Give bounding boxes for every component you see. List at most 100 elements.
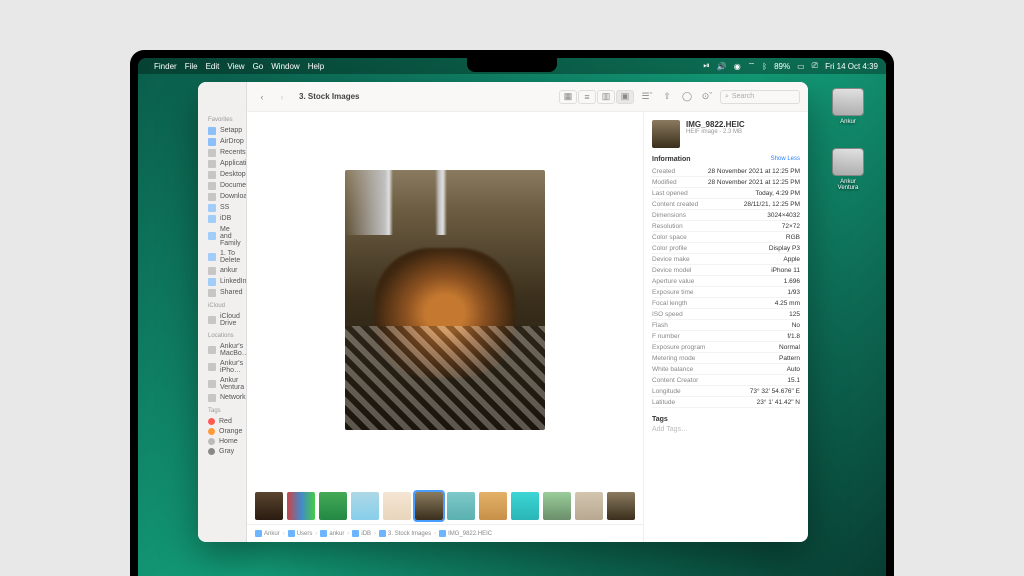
menu-go[interactable]: Go [253, 62, 264, 71]
preview-pane [247, 112, 643, 488]
search-icon: ⌕ [725, 93, 729, 101]
sidebar-item-label: Orange [219, 428, 242, 435]
group-button[interactable]: ☰ˇ [640, 90, 654, 104]
desktop-drive[interactable]: Ankur Ventura [830, 148, 866, 191]
show-less-link[interactable]: Show Less [771, 156, 800, 163]
breadcrumb[interactable]: Ankur [255, 530, 280, 537]
view-gallery-button[interactable]: ▣ [616, 90, 634, 104]
thumbnail[interactable] [479, 492, 507, 520]
sidebar-item-label: Ankur's MacBo… [220, 343, 247, 357]
view-icons-button[interactable]: ▦ [559, 90, 577, 104]
actions-button[interactable]: ⊙ˇ [700, 90, 714, 104]
menu-view[interactable]: View [227, 62, 244, 71]
sidebar-item[interactable]: Ankur's iPho… [204, 358, 240, 375]
info-key: Dimensions [652, 212, 686, 219]
sidebar-item[interactable]: Home [204, 436, 240, 446]
sidebar: FavoritesSetappAirDropRecentsApplication… [198, 82, 247, 542]
breadcrumb[interactable]: IMG_9822.HEIC [439, 530, 492, 537]
thumbnail[interactable] [607, 492, 635, 520]
sidebar-item[interactable]: Recents [204, 147, 240, 158]
sidebar-item[interactable]: Setapp [204, 125, 240, 136]
folder-icon [379, 530, 386, 537]
thumbnail[interactable] [383, 492, 411, 520]
sidebar-item[interactable]: Downloads [204, 191, 240, 202]
menu-help[interactable]: Help [308, 62, 324, 71]
info-key: Exposure time [652, 289, 694, 296]
tags-button[interactable]: ◯ [680, 90, 694, 104]
bluetooth-icon[interactable]: ᛒ [762, 62, 767, 71]
info-value: Auto [787, 366, 800, 373]
tag-dot-icon [208, 448, 215, 455]
tag-dot-icon [208, 418, 215, 425]
menu-window[interactable]: Window [271, 62, 299, 71]
thumbnail[interactable] [415, 492, 443, 520]
forward-button[interactable]: › [275, 90, 289, 104]
sidebar-item[interactable]: iCloud Drive [204, 311, 240, 328]
sidebar-item[interactable]: Orange [204, 426, 240, 436]
info-section-title: Information [652, 156, 691, 163]
thumbnail[interactable] [447, 492, 475, 520]
sidebar-item[interactable]: LinkedIn [204, 276, 240, 287]
sidebar-item[interactable]: iDB [204, 213, 240, 224]
folder-icon [320, 530, 327, 537]
sidebar-section-title: iCloud [208, 303, 236, 309]
breadcrumb[interactable]: ankur [320, 530, 344, 537]
battery-percent[interactable]: 89% [774, 62, 790, 71]
sidebar-item-label: Gray [219, 448, 234, 455]
sidebar-item[interactable]: 1. To Delete [204, 248, 240, 265]
sidebar-item[interactable]: Ankur Ventura [204, 375, 240, 392]
path-separator: › [283, 531, 285, 537]
sidebar-item[interactable]: Ankur's MacBo… [204, 341, 240, 358]
disk-icon [832, 148, 864, 176]
thumbnail[interactable] [511, 492, 539, 520]
sidebar-item[interactable]: SS [204, 202, 240, 213]
desktop-drive[interactable]: Ankur [830, 88, 866, 125]
breadcrumb[interactable]: Users [288, 530, 313, 537]
sidebar-item[interactable]: Gray [204, 446, 240, 456]
datetime[interactable]: Fri 14 Oct 4:39 [825, 62, 878, 71]
wifi-icon[interactable]: ⌔ [748, 61, 756, 71]
volume-icon[interactable]: 🔊 [717, 62, 727, 71]
search-input[interactable]: ⌕ Search [720, 90, 800, 104]
sidebar-item[interactable]: Red [204, 416, 240, 426]
sidebar-section-title: Locations [208, 333, 236, 339]
sidebar-item[interactable]: Shared [204, 287, 240, 298]
thumbnail[interactable] [287, 492, 315, 520]
sidebar-item[interactable]: ankur [204, 265, 240, 276]
playback-icon[interactable]: ⏯ [703, 61, 709, 71]
sidebar-item[interactable]: Me and Family [204, 224, 240, 248]
menu-file[interactable]: File [185, 62, 198, 71]
battery-icon[interactable]: ▭ [797, 62, 805, 71]
drive-label: Ankur Ventura [830, 179, 866, 191]
view-list-button[interactable]: ≡ [578, 90, 596, 104]
sidebar-item-label: Documents [220, 182, 247, 189]
share-button[interactable]: ⇧ [660, 90, 674, 104]
control-center-icon[interactable]: ⎚ [812, 61, 818, 71]
sidebar-item[interactable]: AirDrop [204, 136, 240, 147]
file-subtitle: HEIF image - 2.3 MB [686, 129, 800, 135]
sidebar-item-icon [208, 193, 216, 201]
view-columns-button[interactable]: ▥ [597, 90, 615, 104]
menu-edit[interactable]: Edit [206, 62, 220, 71]
add-tags-input[interactable]: Add Tags… [652, 426, 800, 433]
sidebar-item[interactable]: Desktop [204, 169, 240, 180]
sidebar-item[interactable]: Network [204, 392, 240, 403]
info-key: Color profile [652, 245, 687, 252]
path-separator: › [374, 531, 376, 537]
breadcrumb[interactable]: iDB [352, 530, 371, 537]
preview-image[interactable] [345, 170, 545, 430]
sidebar-item[interactable]: Applications [204, 158, 240, 169]
thumbnail[interactable] [575, 492, 603, 520]
app-name[interactable]: Finder [154, 62, 177, 71]
info-key: Device make [652, 256, 690, 263]
thumbnail[interactable] [255, 492, 283, 520]
thumbnail[interactable] [351, 492, 379, 520]
breadcrumb[interactable]: 3. Stock Images [379, 530, 431, 537]
toolbar: ‹ › 3. Stock Images ▦ ≡ ▥ ▣ ☰ˇ ⇧ ◯ ⊙ˇ ⌕ … [247, 82, 808, 112]
thumbnail[interactable] [319, 492, 347, 520]
thumbnail-strip [247, 488, 643, 524]
back-button[interactable]: ‹ [255, 90, 269, 104]
location-icon[interactable]: ◉ [734, 62, 741, 71]
thumbnail[interactable] [543, 492, 571, 520]
sidebar-item[interactable]: Documents [204, 180, 240, 191]
